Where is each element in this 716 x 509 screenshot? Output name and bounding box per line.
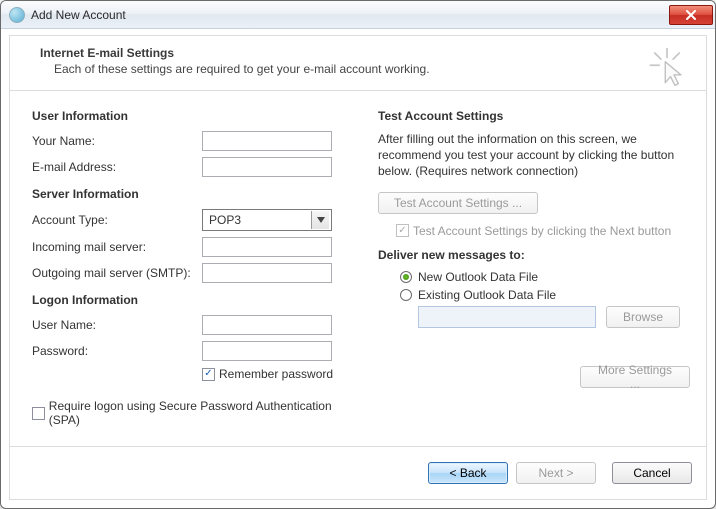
remember-password-checkbox[interactable] (202, 368, 215, 381)
spa-label: Require logon using Secure Password Auth… (49, 399, 360, 427)
spa-checkbox[interactable] (32, 407, 45, 420)
existing-file-path-input[interactable] (418, 306, 596, 328)
deliver-existing-label: Existing Outlook Data File (418, 288, 556, 302)
deliver-existing-radio[interactable] (400, 289, 412, 301)
outgoing-server-input[interactable] (202, 263, 332, 283)
left-column: User Information Your Name: E-mail Addre… (32, 107, 360, 442)
right-column: Test Account Settings After filling out … (378, 107, 690, 442)
username-label: User Name: (32, 318, 202, 332)
your-name-label: Your Name: (32, 134, 202, 148)
add-account-window: Add New Account Internet E-mail Settings… (0, 0, 716, 509)
deliver-heading: Deliver new messages to: (378, 248, 690, 262)
cancel-button[interactable]: Cancel (612, 462, 692, 484)
test-account-button[interactable]: Test Account Settings ... (378, 192, 538, 214)
email-input[interactable] (202, 157, 332, 177)
titlebar: Add New Account (1, 1, 715, 29)
back-button[interactable]: < Back (428, 462, 508, 484)
cursor-sparkle-icon (646, 46, 688, 88)
chevron-down-icon (311, 211, 329, 229)
app-icon (9, 7, 25, 23)
content-area: User Information Your Name: E-mail Addre… (9, 91, 707, 446)
close-icon (685, 10, 697, 20)
browse-button[interactable]: Browse (606, 306, 680, 328)
password-input[interactable] (202, 341, 332, 361)
more-settings-button[interactable]: More Settings ... (580, 366, 690, 388)
account-type-value: POP3 (209, 213, 241, 227)
header-subtitle: Each of these settings are required to g… (40, 62, 688, 76)
header-panel: Internet E-mail Settings Each of these s… (9, 35, 707, 91)
email-label: E-mail Address: (32, 160, 202, 174)
test-settings-desc: After filling out the information on thi… (378, 131, 690, 180)
deliver-new-label: New Outlook Data File (418, 270, 538, 284)
close-button[interactable] (669, 5, 713, 25)
server-info-heading: Server Information (32, 187, 360, 201)
deliver-new-radio[interactable] (400, 271, 412, 283)
remember-password-label: Remember password (219, 367, 333, 381)
incoming-label: Incoming mail server: (32, 240, 202, 254)
account-type-label: Account Type: (32, 213, 202, 227)
account-type-select[interactable]: POP3 (202, 209, 332, 231)
test-on-next-checkbox[interactable] (396, 224, 409, 237)
outgoing-label: Outgoing mail server (SMTP): (32, 266, 202, 280)
test-on-next-label: Test Account Settings by clicking the Ne… (413, 224, 671, 238)
password-label: Password: (32, 344, 202, 358)
footer-buttons: < Back Next > Cancel (9, 446, 707, 500)
your-name-input[interactable] (202, 131, 332, 151)
next-button[interactable]: Next > (516, 462, 596, 484)
username-input[interactable] (202, 315, 332, 335)
test-settings-heading: Test Account Settings (378, 109, 690, 123)
incoming-server-input[interactable] (202, 237, 332, 257)
user-info-heading: User Information (32, 109, 360, 123)
window-title: Add New Account (31, 8, 663, 22)
logon-heading: Logon Information (32, 293, 360, 307)
header-title: Internet E-mail Settings (40, 46, 688, 60)
